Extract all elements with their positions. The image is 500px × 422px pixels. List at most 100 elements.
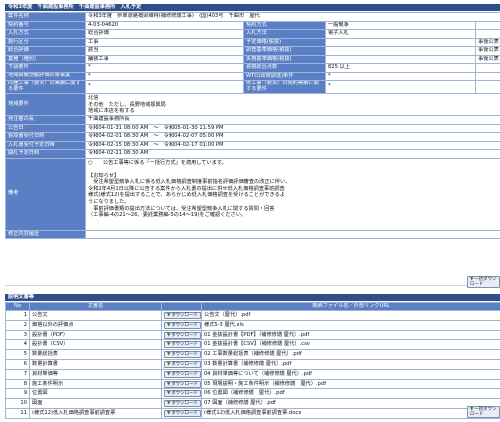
info-value: ○ 公告工事等に係る「一括行方式」を適用しています。 【お知らせ】 受注希望型競… <box>85 157 500 231</box>
document-name: 図面 <box>29 398 162 409</box>
download-button-label: ダウンロード <box>171 313 198 318</box>
info-row: 公告日 令和04-01-31 08:00 AM ～ 令和05-01-30 11:5… <box>5 123 500 133</box>
document-file-link[interactable]: 03 数量計算書（補修修繕 屋代）.pdf <box>204 361 291 367</box>
info-row: 下請要件 * 資格総合点数 825 以上 <box>5 63 500 73</box>
document-file-cell: 06 位置図（補修修繕 屋代）.pdf <box>201 388 500 400</box>
info-label: 質問書受付日時 <box>5 132 86 142</box>
document-download-cell: ▼ダウンロード <box>161 349 202 360</box>
document-file-link[interactable]: 様式5-3 屋代.xls <box>204 322 244 328</box>
document-file-link[interactable]: 02 工事数量総括表（補修修繕 屋代）.pdf <box>204 351 302 357</box>
info-row: 契約番号 4-03-04620 契約方式 一般競争 <box>5 20 500 30</box>
document-no: 2 <box>5 319 30 331</box>
download-all-button-bottom[interactable]: ▼一括ダウンロード <box>467 406 500 418</box>
document-no: 4 <box>5 339 30 351</box>
download-button[interactable]: ▼ダウンロード <box>164 351 201 359</box>
documents-section-header: 説明文書等 <box>5 294 500 301</box>
info-label: 県工事（要求）の契約実績に関する要件 <box>243 80 326 94</box>
document-row: 10 図面 ▼ダウンロード 07 図面（補修修繕 屋代）.pdf <box>5 398 500 409</box>
document-file-link[interactable]: 06 位置図（補修修繕 屋代）.pdf <box>204 390 285 396</box>
documents-table: No 文書名 格納ファイル名／外部リンクURL 1 公告文 ▼ダウンロード 公告文（屋… <box>5 302 500 419</box>
download-button-label: ダウンロード <box>171 381 198 387</box>
document-name: 資材単価等 <box>29 368 162 380</box>
col-header-download <box>161 302 202 311</box>
download-arrow-icon: ▼ <box>167 410 171 416</box>
download-button-label: ダウンロード <box>171 371 198 377</box>
document-file-link[interactable]: 04 資材単価等について（補修修繕 屋代）.pdf <box>204 371 312 377</box>
info-note <box>475 71 500 81</box>
document-download-cell: ▼ダウンロード <box>161 407 202 419</box>
document-name: 数量総括表 <box>29 349 162 360</box>
info-value: * <box>85 80 244 94</box>
download-button[interactable]: ▼ダウンロード <box>164 390 201 398</box>
download-button[interactable]: ▼ダウンロード <box>164 409 201 417</box>
document-name: 価格以外の評価点 <box>29 319 162 331</box>
info-note <box>475 63 500 73</box>
download-button[interactable]: ▼ダウンロード <box>164 331 201 339</box>
download-all-button-top[interactable]: ▼一括ダウンロード <box>467 276 500 288</box>
info-label: 入札方法 <box>243 29 326 39</box>
download-button[interactable]: ▼ダウンロード <box>164 312 201 319</box>
document-file-link[interactable]: 01 金抜設計書【CSV】（補修修繕 屋代）.csv <box>204 341 310 347</box>
download-arrow-icon: ▼ <box>167 391 171 397</box>
info-value: * <box>325 80 476 94</box>
document-no: 3 <box>5 329 30 341</box>
download-button-label: ダウンロード <box>171 401 198 407</box>
document-row: 8 施工条件明示 ▼ダウンロード 05 現場説明・施工条件明示（補修修繕 屋代）.pd… <box>5 378 500 390</box>
download-button-label: ダウンロード <box>171 342 198 348</box>
document-file-link[interactable]: 05 現場説明・施工条件明示（補修修繕 屋代）.pdf <box>204 381 326 387</box>
info-note <box>475 20 500 30</box>
info-value: 総合評価 <box>85 29 244 39</box>
info-value: * <box>85 71 244 81</box>
download-arrow-icon: ▼ <box>167 342 171 348</box>
info-value: 工事 <box>85 37 244 47</box>
document-no: 10 <box>5 398 30 409</box>
bid-info-table: 案件名称 令和3年度 県単道路橋梁維持(補修修繕工事) (国)403号 千曲市 屋… <box>5 12 500 239</box>
download-button-label: ダウンロード <box>171 361 198 367</box>
download-button[interactable]: ▼ダウンロード <box>164 341 201 349</box>
info-label: 案件名称 <box>5 12 86 22</box>
document-file-cell: 07 図面（補修修繕 屋代）.pdf <box>201 398 500 409</box>
document-file-cell: 02 工事数量総括表（補修修繕 屋代）.pdf <box>201 349 500 360</box>
document-file-link[interactable]: 01 金抜設計書【PDF】（補修修繕 屋代）.pdf <box>204 332 309 338</box>
info-row: 案件名称 令和3年度 県単道路橋梁維持(補修修繕工事) (国)403号 千曲市 屋… <box>5 12 500 22</box>
info-value: 北信 その他 ただし、長野地域振興局 地域に本店を有する <box>85 93 500 116</box>
document-name: 数量計算書 <box>29 358 162 370</box>
document-file-cell: (様式12)低入札価格調査事前調査票.docx <box>201 407 500 419</box>
info-row: 質問書受付日時 令和04-02-01 08:30 AM ～ 令和04-02-07 … <box>5 132 500 142</box>
document-file-cell: 04 資材単価等について（補修修繕 屋代）.pdf <box>201 368 500 380</box>
info-value: 令和3年度 県単道路橋梁維持(補修修繕工事) (国)403号 千曲市 屋代 <box>85 12 500 22</box>
document-name: 位置図 <box>29 388 162 400</box>
download-button[interactable]: ▼ダウンロード <box>164 321 201 329</box>
download-arrow-icon: ▼ <box>167 361 171 367</box>
info-row: 備考 ○ 公告工事等に係る「一括行方式」を適用しています。 【お知らせ】 受注希望… <box>5 157 500 231</box>
info-label: 開札予定日時 <box>5 149 86 159</box>
info-row: 総合評価 該当 調査基準価格(税抜) 事後公表 <box>5 46 500 56</box>
document-download-cell: ▼ダウンロード <box>161 310 202 321</box>
document-file-link[interactable]: 公告文（屋代）.pdf <box>204 312 250 318</box>
info-value: 令和04-01-31 08:00 AM ～ 令和05-01-30 11:59 P… <box>85 123 500 133</box>
download-button[interactable]: ▼ダウンロード <box>164 360 201 368</box>
info-row: 修正内容履歴 <box>5 229 500 239</box>
document-no: 5 <box>5 349 30 360</box>
document-download-cell: ▼ダウンロード <box>161 388 202 400</box>
info-value: 舗装工事 <box>85 54 244 64</box>
document-file-cell: 公告文（屋代）.pdf <box>201 310 500 321</box>
col-header-file: 格納ファイル名／外部リンクURL <box>201 302 500 311</box>
info-label: 予定価格(税抜) <box>243 37 326 47</box>
document-name: 公告文 <box>29 310 162 321</box>
info-label: 調査基準価格(税抜) <box>243 46 326 56</box>
download-button[interactable]: ▼ダウンロード <box>164 380 201 388</box>
document-no: 8 <box>5 378 30 390</box>
document-no: 9 <box>5 388 30 400</box>
info-value: 一般競争 <box>325 20 476 30</box>
info-row: 施行区分 工事 予定価格(税抜) 事後公表 <box>5 37 500 47</box>
info-label: 地域要件 <box>5 93 86 116</box>
info-value: 825 以上 <box>325 63 476 73</box>
download-button[interactable]: ▼ダウンロード <box>164 370 201 378</box>
info-note: 事後公表 <box>475 46 500 56</box>
document-file-link[interactable]: (様式12)低入札価格調査事前調査票.docx <box>204 410 301 416</box>
document-file-link[interactable]: 07 図面（補修修繕 屋代）.pdf <box>204 400 276 406</box>
document-name: 設計書（PDF） <box>29 329 162 341</box>
info-label: 公告日 <box>5 123 86 133</box>
download-button[interactable]: ▼ダウンロード <box>164 400 201 408</box>
